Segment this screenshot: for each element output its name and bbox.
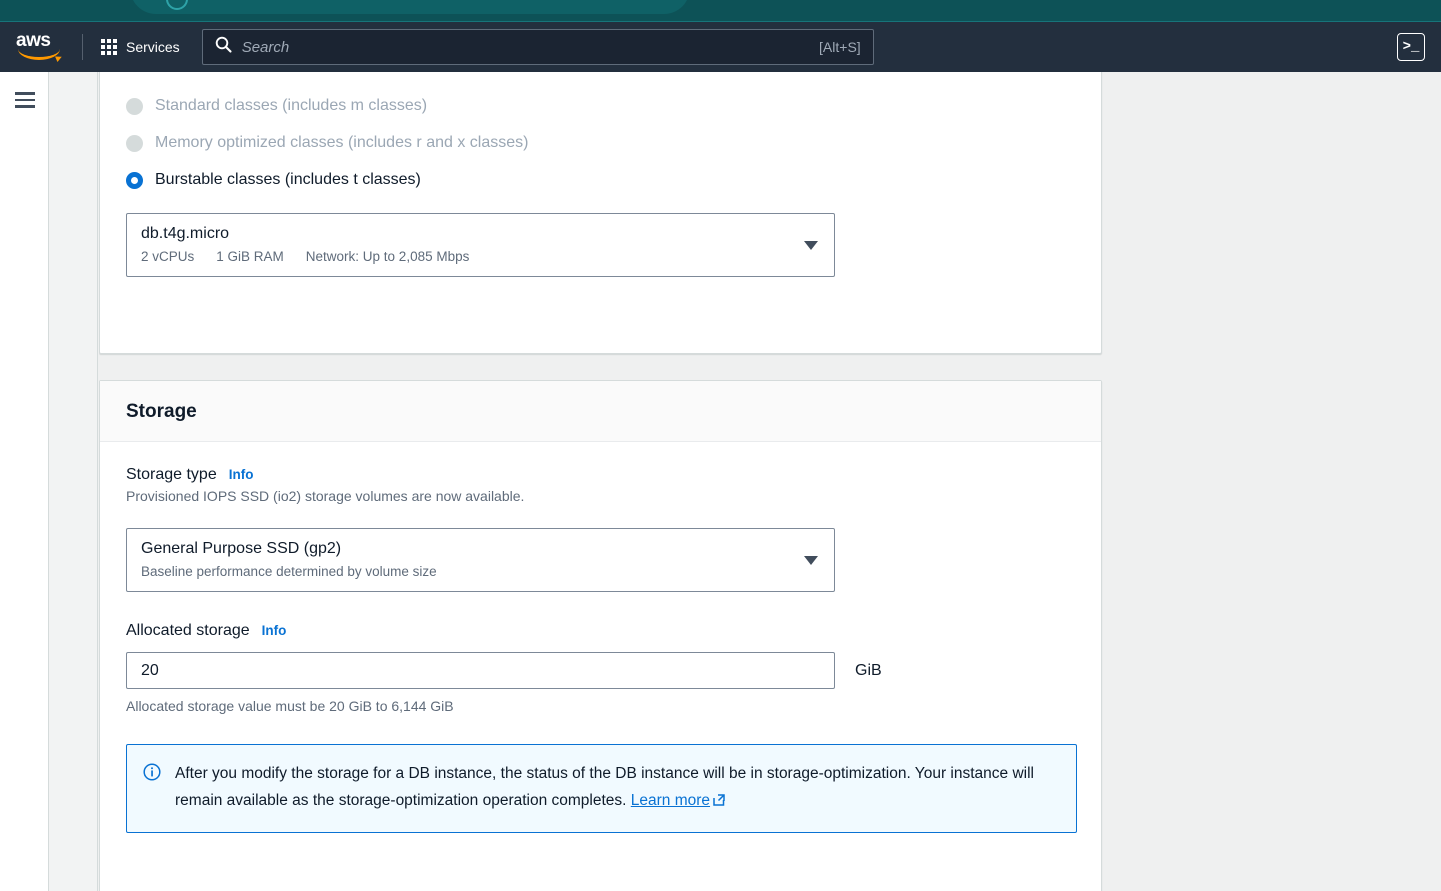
chevron-down-icon: [804, 556, 818, 565]
aws-wordmark: aws: [16, 30, 51, 51]
allocated-storage-input-row: 20 GiB: [126, 652, 1075, 689]
instance-class-specs: 2 vCPUs 1 GiB RAM Network: Up to 2,085 M…: [141, 248, 820, 266]
aws-smile-icon: [18, 49, 60, 60]
main-content: Amazon RDS Optimized Writes improves wri…: [99, 72, 1441, 891]
storage-optimization-alert-text: After you modify the storage for a DB in…: [175, 760, 1058, 816]
instance-class-radio-group: Standard classes (includes m classes) Me…: [126, 97, 1075, 189]
storage-type-label: Storage type: [126, 466, 217, 483]
search-input[interactable]: Search [Alt+S]: [201, 29, 874, 65]
services-menu-button[interactable]: Services: [97, 33, 184, 61]
allocated-storage-hint: Allocated storage value must be 20 GiB t…: [126, 698, 454, 714]
radio-standard-classes: Standard classes (includes m classes): [126, 97, 1075, 115]
instance-spec-vcpu: 2 vCPUs: [141, 249, 195, 264]
radio-memory-optimized-classes-label: Memory optimized classes (includes r and…: [155, 134, 529, 151]
storage-type-info-link[interactable]: Info: [229, 467, 254, 482]
storage-type-select-subtext-row: Baseline performance determined by volum…: [141, 563, 820, 581]
storage-optimization-info-alert: After you modify the storage for a DB in…: [126, 744, 1077, 833]
storage-card-header: Storage: [100, 381, 1101, 442]
allocated-storage-label: Allocated storage: [126, 622, 250, 639]
allocated-storage-unit: GiB: [855, 661, 882, 679]
storage-section-title: Storage: [126, 401, 197, 422]
aws-logo[interactable]: aws: [16, 31, 64, 63]
grid-icon: [101, 39, 117, 55]
instance-class-select[interactable]: db.t4g.micro 2 vCPUs 1 GiB RAM Network: …: [126, 213, 835, 277]
radio-standard-classes-control: [126, 97, 143, 115]
radio-memory-optimized-classes-control: [126, 134, 143, 152]
storage-type-select-value: General Purpose SSD (gp2): [141, 540, 342, 557]
promo-banner-shape: [130, 0, 690, 14]
radio-burstable-classes-control[interactable]: [126, 171, 143, 189]
navigation-panel-strip[interactable]: [48, 72, 98, 891]
instance-class-card: Amazon RDS Optimized Writes improves wri…: [99, 72, 1102, 354]
storage-type-select[interactable]: General Purpose SSD (gp2) Baseline perfo…: [126, 528, 835, 592]
instance-spec-network: Network: Up to 2,085 Mbps: [305, 249, 470, 264]
storage-card: Storage Storage type Info Provisioned IO…: [99, 380, 1102, 891]
hamburger-menu-icon[interactable]: [15, 92, 35, 112]
promo-banner: [0, 0, 1441, 22]
radio-burstable-classes[interactable]: Burstable classes (includes t classes): [126, 171, 1075, 189]
allocated-storage-input[interactable]: 20: [126, 652, 835, 689]
storage-type-label-row: Storage type Info: [126, 466, 1075, 484]
instance-class-select-value: db.t4g.micro: [141, 225, 230, 242]
radio-burstable-classes-label: Burstable classes (includes t classes): [155, 171, 421, 188]
chevron-down-icon: [804, 241, 818, 250]
storage-type-description: Provisioned IOPS SSD (io2) storage volum…: [126, 488, 525, 504]
search-placeholder: Search: [241, 38, 290, 56]
allocated-storage-info-link[interactable]: Info: [262, 623, 287, 638]
terminal-icon: >_: [1402, 39, 1420, 55]
info-circle-icon: [143, 763, 161, 816]
search-icon: [215, 36, 232, 58]
nav-divider: [82, 34, 83, 60]
alert-body-text: After you modify the storage for a DB in…: [175, 765, 1034, 809]
left-rail: [0, 72, 48, 891]
aws-top-navigation: aws Services Search [Alt+S] >_: [0, 22, 1441, 72]
storage-card-body: Storage type Info Provisioned IOPS SSD (…: [100, 442, 1101, 833]
allocated-storage-label-row: Allocated storage Info: [126, 622, 1075, 640]
services-menu-label: Services: [126, 39, 180, 55]
external-link-icon: [712, 789, 726, 816]
cloudshell-button[interactable]: >_: [1397, 33, 1425, 61]
radio-memory-optimized-classes: Memory optimized classes (includes r and…: [126, 134, 1075, 152]
radio-standard-classes-label: Standard classes (includes m classes): [155, 97, 428, 114]
search-shortcut-hint: [Alt+S]: [819, 39, 861, 55]
storage-type-select-subtext: Baseline performance determined by volum…: [141, 564, 437, 579]
instance-spec-ram: 1 GiB RAM: [216, 249, 284, 264]
learn-more-link[interactable]: Learn more: [631, 792, 710, 809]
